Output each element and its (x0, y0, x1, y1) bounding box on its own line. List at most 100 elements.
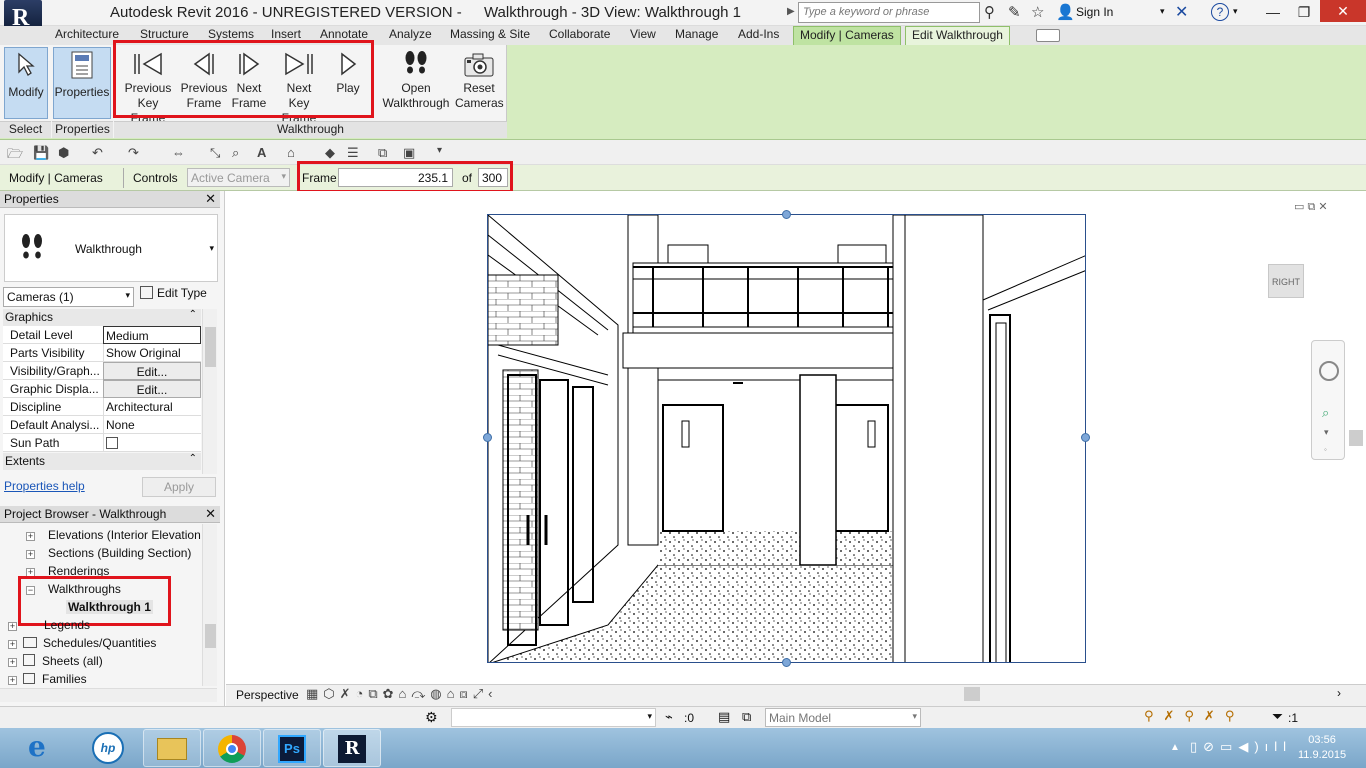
sun-path-checkbox[interactable] (106, 437, 118, 449)
selection-filter-icons[interactable]: ⚲✗⚲✗⚲ (1144, 708, 1244, 724)
tag-icon[interactable]: ⌕ (232, 145, 239, 161)
expand-icon[interactable]: + (8, 640, 17, 649)
close-icon[interactable]: ✕ (205, 191, 216, 207)
property-value[interactable]: None (103, 416, 201, 434)
expand-icon[interactable]: + (26, 568, 35, 577)
expand-icon[interactable]: + (26, 550, 35, 559)
view-scroll-thumb[interactable] (1349, 430, 1363, 446)
sync-icon[interactable]: ⬢ (58, 145, 69, 161)
next-key-frame-button[interactable]: Next Key Frame (270, 47, 328, 126)
property-value[interactable]: Show Original (103, 344, 201, 362)
tab-annotate[interactable]: Annotate (320, 27, 368, 41)
frame-input[interactable]: 235.1 (338, 168, 453, 187)
crop-handle-top[interactable] (782, 210, 791, 219)
design-options-icon[interactable]: ▤ (718, 709, 730, 725)
close-icon[interactable]: ✕ (205, 506, 216, 522)
previous-key-frame-button[interactable]: Previous Key Frame (119, 47, 177, 126)
photoshop-button[interactable]: Ps (263, 729, 321, 767)
edit-type-button[interactable]: Edit Type (140, 286, 207, 300)
nav-options-icon[interactable]: ◦ (1324, 445, 1327, 454)
filter-icon[interactable]: ⏷ (1272, 708, 1283, 725)
tab-collaborate[interactable]: Collaborate (549, 27, 610, 41)
total-frames-input[interactable]: 300 (478, 168, 508, 187)
visibility-edit-button[interactable]: Edit... (103, 362, 201, 380)
tray-icons[interactable]: ▯⊘▭◀)ıll (1190, 739, 1292, 755)
property-value[interactable]: Architectural (103, 398, 201, 416)
minimize-button[interactable]: — (1258, 2, 1288, 22)
editable-only-icon[interactable]: ⌁ (665, 709, 673, 725)
group-graphics[interactable]: Graphics ⌃ (3, 309, 201, 326)
user-icon[interactable]: 👤 (1056, 3, 1075, 21)
tree-item-sheets[interactable]: Sheets (all) (23, 654, 103, 668)
ribbon-minimize-toggle[interactable] (1036, 29, 1060, 42)
walkthrough-view-crop[interactable] (487, 214, 1086, 663)
viewcube[interactable]: RIGHT (1268, 264, 1304, 298)
design-options-settings-icon[interactable]: ⧉ (742, 709, 751, 725)
close-hidden-windows-icon[interactable]: ⧉ (378, 145, 387, 161)
open-walkthrough-button[interactable]: Open Walkthrough (380, 47, 452, 111)
restore-button[interactable]: ❐ (1289, 2, 1319, 22)
browser-scrollbar[interactable] (202, 524, 217, 686)
open-folder-icon[interactable]: 🗁 (7, 145, 23, 167)
tab-edit-walkthrough[interactable]: Edit Walkthrough (905, 26, 1010, 45)
collapse-icon[interactable]: ⌃ (189, 309, 197, 320)
view-control-icons[interactable]: ▦⬡✗◔⧉✿⌂⤼◍⌂⧈⤢‹ (306, 686, 498, 702)
tab-systems[interactable]: Systems (208, 27, 254, 41)
browser-hscrollbar[interactable] (0, 688, 217, 702)
zoom-icon[interactable]: ⌕ (1322, 405, 1329, 421)
search-input[interactable]: Type a keyword or phrase (798, 2, 980, 23)
apply-button[interactable]: Apply (142, 477, 216, 497)
section-icon[interactable]: ◆ (325, 145, 335, 161)
tab-analyze[interactable]: Analyze (389, 27, 432, 41)
properties-scrollbar[interactable] (202, 309, 217, 474)
reset-cameras-button[interactable]: Reset Cameras (455, 47, 504, 111)
chrome-button[interactable] (203, 729, 261, 767)
hp-icon[interactable]: hp (92, 732, 124, 764)
tree-item-sections[interactable]: Sections (Building Section) (48, 546, 191, 560)
next-frame-button[interactable]: Next Frame (229, 47, 269, 111)
tab-architecture[interactable]: Architecture (55, 27, 119, 41)
help-dropdown-icon[interactable]: ▾ (1233, 6, 1238, 17)
thin-lines-icon[interactable]: ☰ (347, 145, 359, 161)
property-value-input[interactable]: Medium (103, 326, 201, 344)
scroll-thumb[interactable] (205, 624, 216, 648)
expand-icon[interactable]: + (8, 658, 17, 667)
previous-frame-button[interactable]: Previous Frame (178, 47, 230, 111)
worksets-icon[interactable]: ⚙ (425, 709, 438, 726)
tree-item-walkthroughs[interactable]: Walkthroughs (48, 582, 121, 596)
steering-wheel-icon[interactable] (1319, 361, 1339, 381)
sign-in-button[interactable]: Sign In (1076, 5, 1113, 19)
subscription-icon[interactable]: ✎ (1008, 3, 1021, 21)
modify-button[interactable]: Modify (4, 47, 48, 119)
zoom-dropdown-icon[interactable]: ▾ (1324, 427, 1329, 438)
redo-icon[interactable]: ↷ (128, 145, 139, 161)
controls-dropdown[interactable]: Active Camera ▾ (187, 168, 290, 187)
crop-handle-left[interactable] (483, 433, 492, 442)
revit-taskbar-button[interactable]: R (323, 729, 381, 767)
expand-icon[interactable]: + (8, 676, 17, 685)
collapse-icon[interactable]: ⌃ (189, 453, 197, 464)
undo-icon[interactable]: ↶ (92, 145, 103, 161)
save-icon[interactable]: 💾 (33, 145, 49, 161)
tree-item-renderings[interactable]: Renderings (48, 564, 109, 578)
close-button[interactable]: ✕ (1320, 0, 1366, 22)
tab-structure[interactable]: Structure (140, 27, 189, 41)
switch-windows-icon[interactable]: ▣ (403, 145, 415, 161)
crop-handle-right[interactable] (1081, 433, 1090, 442)
workset-dropdown[interactable]: ▾ (451, 708, 656, 727)
graphic-display-edit-button[interactable]: Edit... (103, 380, 201, 398)
tab-modify-cameras[interactable]: Modify | Cameras (793, 26, 901, 45)
crop-handle-bottom[interactable] (782, 658, 791, 667)
help-icon[interactable]: ? (1211, 3, 1229, 21)
dimension-icon[interactable]: ⤡ (210, 145, 220, 161)
expand-icon[interactable]: + (26, 532, 35, 541)
tree-item-families[interactable]: Families (23, 672, 87, 686)
group-extents[interactable]: Extents ⌃ (3, 453, 201, 470)
play-button[interactable]: Play (332, 47, 364, 96)
design-option-dropdown[interactable]: Main Model ▾ (765, 708, 921, 727)
internet-explorer-icon[interactable]: e (28, 733, 62, 763)
customize-qat-icon[interactable]: ▾ (437, 145, 442, 156)
tab-view[interactable]: View (630, 27, 656, 41)
binoculars-icon[interactable]: ⚲ (984, 3, 995, 21)
text-icon[interactable]: A (257, 145, 266, 160)
